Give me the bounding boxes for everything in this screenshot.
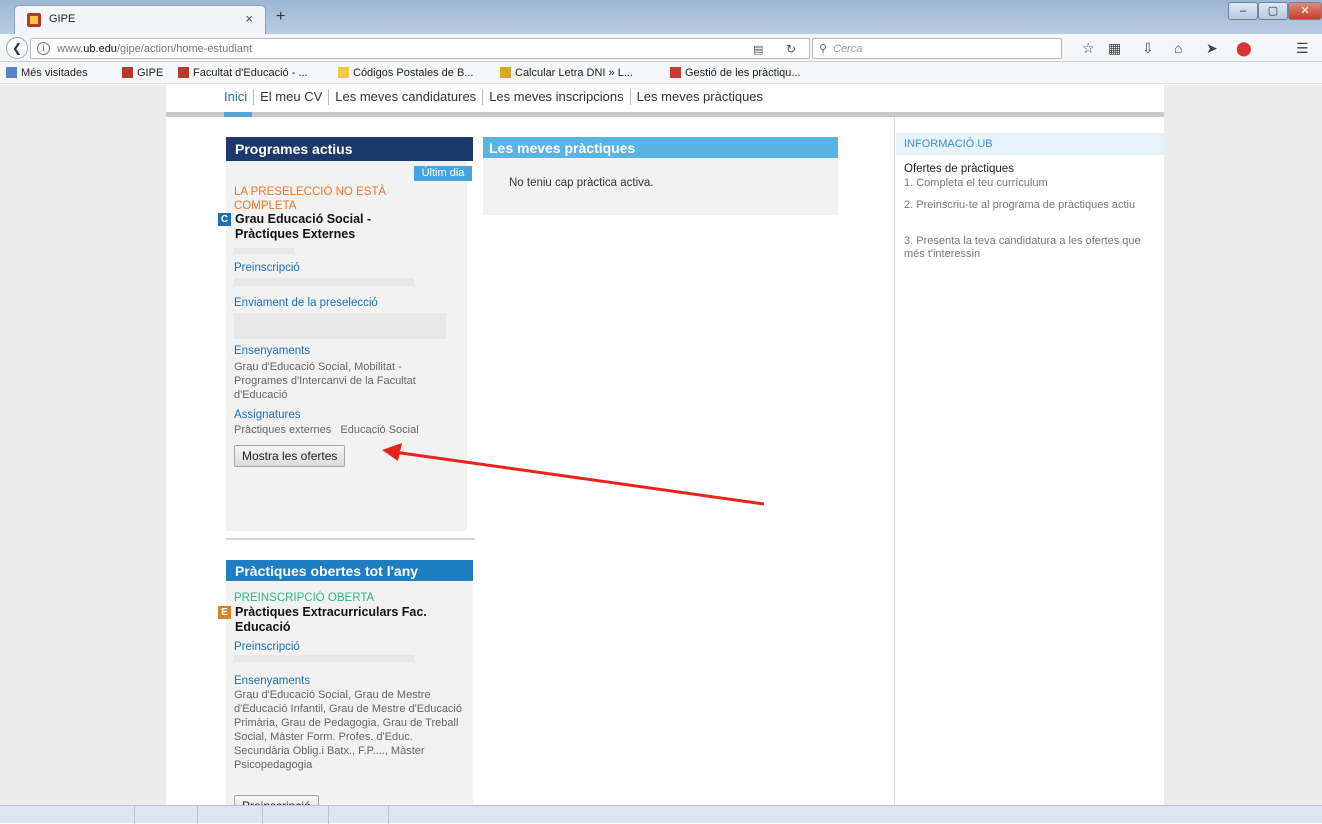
taskbar-segment[interactable] bbox=[263, 806, 329, 824]
annotation-arrow-line bbox=[393, 450, 765, 506]
taskbar-segment[interactable] bbox=[135, 806, 198, 824]
taskbar-segment[interactable] bbox=[329, 806, 389, 824]
annotation-arrow bbox=[382, 443, 765, 506]
os-taskbar bbox=[0, 805, 1322, 824]
annotation-arrow-head bbox=[382, 443, 402, 461]
taskbar-segment[interactable] bbox=[198, 806, 263, 824]
taskbar-segment[interactable] bbox=[0, 806, 135, 824]
